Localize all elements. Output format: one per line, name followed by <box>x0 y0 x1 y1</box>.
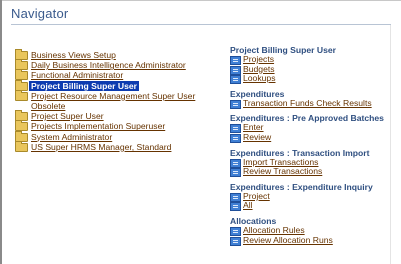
responsibility-item[interactable]: Functional Administrator <box>15 69 225 81</box>
responsibility-item[interactable]: System Administrator <box>15 130 225 142</box>
function-icon <box>230 236 241 246</box>
function-link[interactable]: Review <box>243 132 271 143</box>
function-icon <box>230 99 241 109</box>
function-item[interactable]: Project <box>230 191 390 202</box>
function-item[interactable]: Review <box>230 132 390 143</box>
responsibility-link[interactable]: Business Views Setup <box>31 50 116 60</box>
function-item[interactable]: Transaction Funds Check Results <box>230 98 390 109</box>
responsibility-item[interactable]: Business Views Setup <box>15 49 225 60</box>
function-item[interactable]: Lookups <box>230 74 390 85</box>
responsibility-link[interactable]: Project Super User <box>31 111 104 121</box>
folder-icon <box>15 89 28 101</box>
responsibility-link[interactable]: Functional Administrator <box>31 70 123 80</box>
responsibility-item[interactable]: Projects Implementation Superuser <box>15 120 225 132</box>
responsibility-link[interactable]: Project Resource Management Super User <box>31 91 195 101</box>
function-item[interactable]: Review Allocation Runs <box>230 235 390 246</box>
responsibility-item-continuation[interactable]: Obsolete <box>15 101 225 111</box>
responsibility-link[interactable]: Daily Business Intelligence Administrato… <box>31 60 186 70</box>
function-link[interactable]: Transaction Funds Check Results <box>243 98 372 109</box>
folder-icon <box>15 140 28 152</box>
function-link[interactable]: All <box>243 201 253 211</box>
panel-right-border <box>390 25 391 264</box>
responsibility-link[interactable]: System Administrator <box>31 132 112 142</box>
function-link[interactable]: Review Transactions <box>243 167 322 177</box>
function-item[interactable]: All <box>230 201 390 212</box>
responsibility-item[interactable]: Project Resource Management Super User <box>15 89 225 101</box>
function-icon <box>230 202 241 212</box>
responsibility-link[interactable]: US Super HRMS Manager, Standard <box>31 142 171 152</box>
responsibility-item[interactable]: US Super HRMS Manager, Standard <box>15 140 225 152</box>
responsibility-link-selected[interactable]: Project Billing Super User <box>29 80 140 91</box>
responsibility-link-continuation[interactable]: Obsolete <box>31 101 65 111</box>
function-link-lookups[interactable]: Lookups <box>243 74 276 84</box>
function-icon <box>230 75 241 85</box>
responsibility-item[interactable]: Project Super User <box>15 110 225 122</box>
function-icon <box>230 133 241 143</box>
title-divider <box>11 24 391 25</box>
page-title: Navigator <box>11 6 69 21</box>
responsibility-link[interactable]: Projects Implementation Superuser <box>31 121 165 131</box>
function-item[interactable]: Review Transactions <box>230 167 390 178</box>
window-top-border <box>0 0 401 1</box>
responsibility-item-selected[interactable]: Project Billing Super User <box>15 79 225 91</box>
function-icon <box>230 168 241 178</box>
responsibility-item[interactable]: Daily Business Intelligence Administrato… <box>15 59 225 71</box>
function-link[interactable]: Review Allocation Runs <box>243 235 333 246</box>
responsibility-list: Business Views Setup Daily Business Inte… <box>15 49 225 152</box>
function-panel: Project Billing Super User Projects Budg… <box>230 45 390 246</box>
window-left-border <box>0 0 2 264</box>
